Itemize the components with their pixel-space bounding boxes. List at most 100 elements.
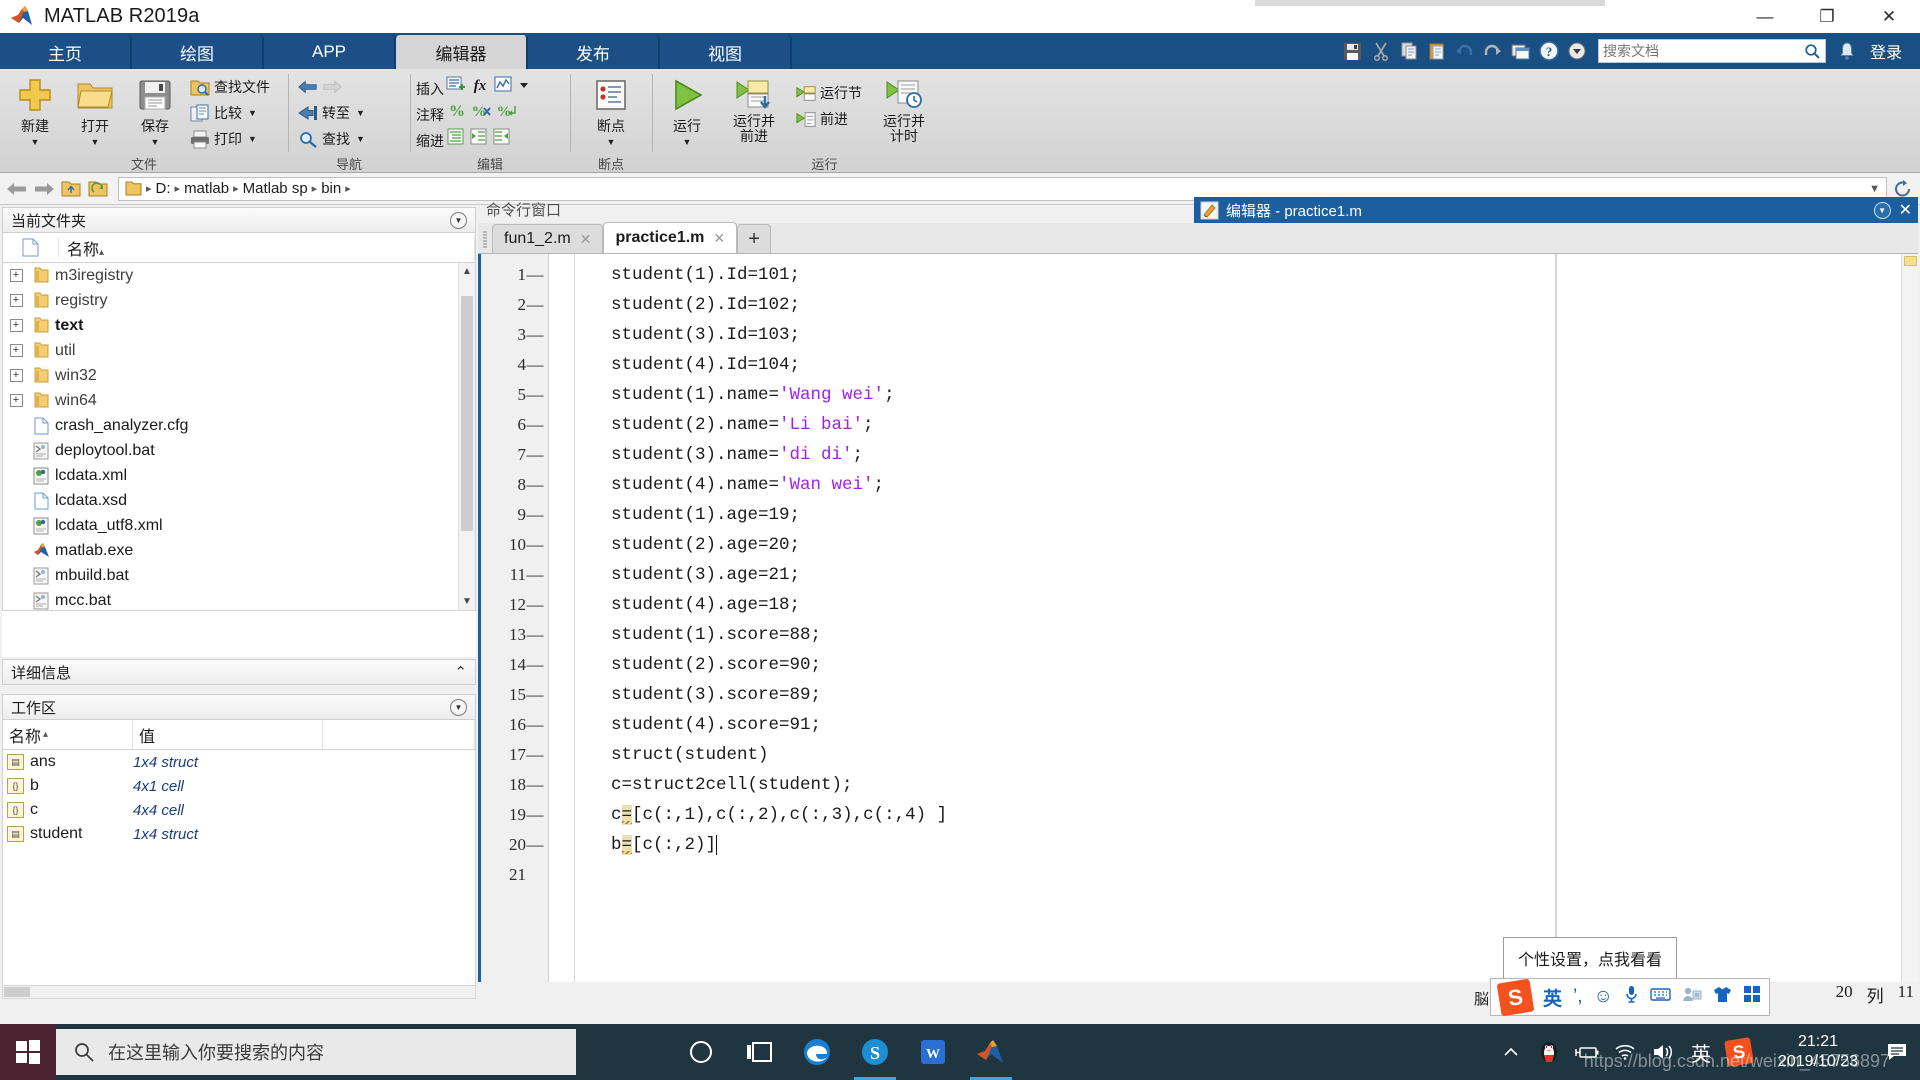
tab-publish[interactable]: 发布 [528,35,660,69]
code-line[interactable]: student(3).score=89; [575,680,1918,710]
code-line[interactable]: struct(student) [575,740,1918,770]
close-button[interactable]: ✕ [1858,0,1920,33]
expand-plus-icon[interactable]: + [9,319,23,332]
breakpoint-column[interactable] [549,254,575,982]
address-back-icon[interactable] [6,178,28,200]
cortana-circle-icon[interactable] [672,1024,730,1080]
run-and-advance-button[interactable]: 运行并 前进 [722,72,786,144]
run-button-caret[interactable]: ▼ [683,137,692,147]
code-line[interactable]: student(4).age=18; [575,590,1918,620]
editor-options-button[interactable]: ▼ [1873,201,1891,219]
current-folder-file-list[interactable]: + m3iregistry + registry + text + util +… [2,263,476,611]
workspace-variable-row[interactable]: {} b 4x1 cell [3,774,475,798]
code-line[interactable]: student(1).age=19; [575,500,1918,530]
expand-toggle[interactable]: + [5,344,27,357]
code-line[interactable] [575,860,1918,890]
paste-icon[interactable] [1424,38,1450,64]
current-folder-item[interactable]: + registry [3,288,475,313]
sogou-logo-icon[interactable]: S [1496,978,1535,1016]
current-folder-item[interactable]: + m3iregistry [3,263,475,288]
chevron-up-icon[interactable] [1492,1024,1530,1080]
current-folder-item[interactable]: matlab.exe [3,538,475,563]
left-pane-scroll-thumb[interactable] [4,987,30,997]
notification-bell-icon[interactable] [1834,38,1860,64]
expand-plus-icon[interactable]: + [9,294,23,307]
scroll-down-arrow[interactable]: ▼ [459,593,476,610]
advance-button[interactable]: 前进 [792,106,866,132]
expand-toggle[interactable]: + [5,319,27,332]
breakpoint-button[interactable]: 断点 ▼ [582,72,640,147]
minimize-button[interactable]: — [1734,0,1796,33]
folder-up-icon[interactable] [60,178,82,200]
expand-toggle[interactable]: + [5,369,27,382]
scroll-up-arrow[interactable]: ▲ [459,263,476,280]
code-line[interactable]: b = [c(:,2)] [575,830,1918,860]
code-line[interactable]: c = [c(:,1),c(:,2),c(:,3),c(:,4) ] [575,800,1918,830]
current-folder-item[interactable]: lcdata.xml [3,463,475,488]
new-button[interactable]: 新建 ▼ [6,72,64,147]
crumb-matlab[interactable]: matlab [184,180,229,197]
crumb-bin[interactable]: bin [321,180,341,197]
comment-icon[interactable]: % [446,101,468,125]
uncomment-icon[interactable]: % [471,101,493,125]
code-line[interactable]: student(3).name='di di'; [575,440,1918,470]
indent-right-icon[interactable] [469,127,489,151]
new-editor-tab-button[interactable]: + [737,224,772,253]
wrap-comment-icon[interactable]: % [496,101,518,125]
indent-left-icon[interactable] [492,127,512,151]
open-button[interactable]: 打开 ▼ [66,72,124,147]
breakpoint-caret[interactable]: ▼ [607,137,616,147]
expand-toggle[interactable]: + [5,269,27,282]
workspace-col-extra[interactable] [323,720,475,749]
tab-apps[interactable]: APP [264,35,396,69]
new-button-caret[interactable]: ▼ [31,137,40,147]
expand-plus-icon[interactable]: + [9,269,23,282]
editor-tab-fun1_2[interactable]: fun1_2.m ✕ [492,224,604,253]
code-line[interactable]: student(2).Id=102; [575,290,1918,320]
contact-icon[interactable] [1682,986,1702,1008]
undo-icon[interactable] [1452,38,1478,64]
goto-button[interactable]: 转至 ▼ [294,100,369,126]
skin-icon[interactable] [1713,986,1732,1009]
dropdown-icon[interactable] [1564,38,1590,64]
editor-tab-practice1[interactable]: practice1.m ✕ [603,222,738,253]
editor-close-icon[interactable]: ✕ [1899,200,1912,220]
workspace-variable-row[interactable]: ▤ ans 1x4 struct [3,750,475,774]
insert-section-icon[interactable] [446,75,466,99]
insert-function-icon[interactable]: fx [469,75,491,99]
matlab-icon[interactable] [962,1024,1020,1080]
scroll-thumb[interactable] [461,296,473,531]
current-folder-item[interactable]: + win64 [3,388,475,413]
workspace-variable-row[interactable]: {} c 4x4 cell [3,798,475,822]
search-input[interactable] [1602,43,1804,59]
maximize-button[interactable]: ❐ [1796,0,1858,33]
run-section-button[interactable]: 运行节 [792,80,866,106]
goto-caret[interactable]: ▼ [356,108,365,118]
login-button[interactable]: 登录 [1870,39,1902,63]
edge-icon[interactable] [788,1024,846,1080]
find-caret[interactable]: ▼ [356,134,365,144]
current-folder-item[interactable]: crash_analyzer.cfg [3,413,475,438]
compare-caret[interactable]: ▼ [248,108,257,118]
windows-start-icon[interactable] [0,1024,56,1080]
code-line[interactable]: student(2).name= 'Li bai'; [575,410,1918,440]
crumb-matlab-sp[interactable]: Matlab sp [243,180,308,197]
insert-figure-icon[interactable] [494,75,514,99]
tab-editor[interactable]: 编辑器 [396,35,528,69]
column-header-icon[interactable] [3,238,59,257]
code-line[interactable]: student(1).Id=101; [575,260,1918,290]
cut-icon[interactable] [1368,38,1394,64]
help-icon[interactable]: ? [1536,38,1562,64]
smart-indent-icon[interactable] [446,127,466,151]
current-folder-scrollbar[interactable]: ▲ ▼ [458,263,475,610]
expand-plus-icon[interactable]: + [9,369,23,382]
find-button[interactable]: 查找 ▼ [294,126,369,152]
code-line[interactable]: student(4).name= 'Wan wei'; [575,470,1918,500]
punctuation-icon[interactable]: ’, [1573,986,1583,1008]
editor-vertical-scrollbar[interactable] [1901,254,1918,982]
taskbar-search-box[interactable]: 在这里输入你要搜索的内容 [56,1029,576,1075]
current-folder-item[interactable]: + util [3,338,475,363]
save-button[interactable]: 保存 ▼ [126,72,184,147]
code-line[interactable]: student(3).Id=103; [575,320,1918,350]
keyboard-icon[interactable] [1650,986,1671,1008]
